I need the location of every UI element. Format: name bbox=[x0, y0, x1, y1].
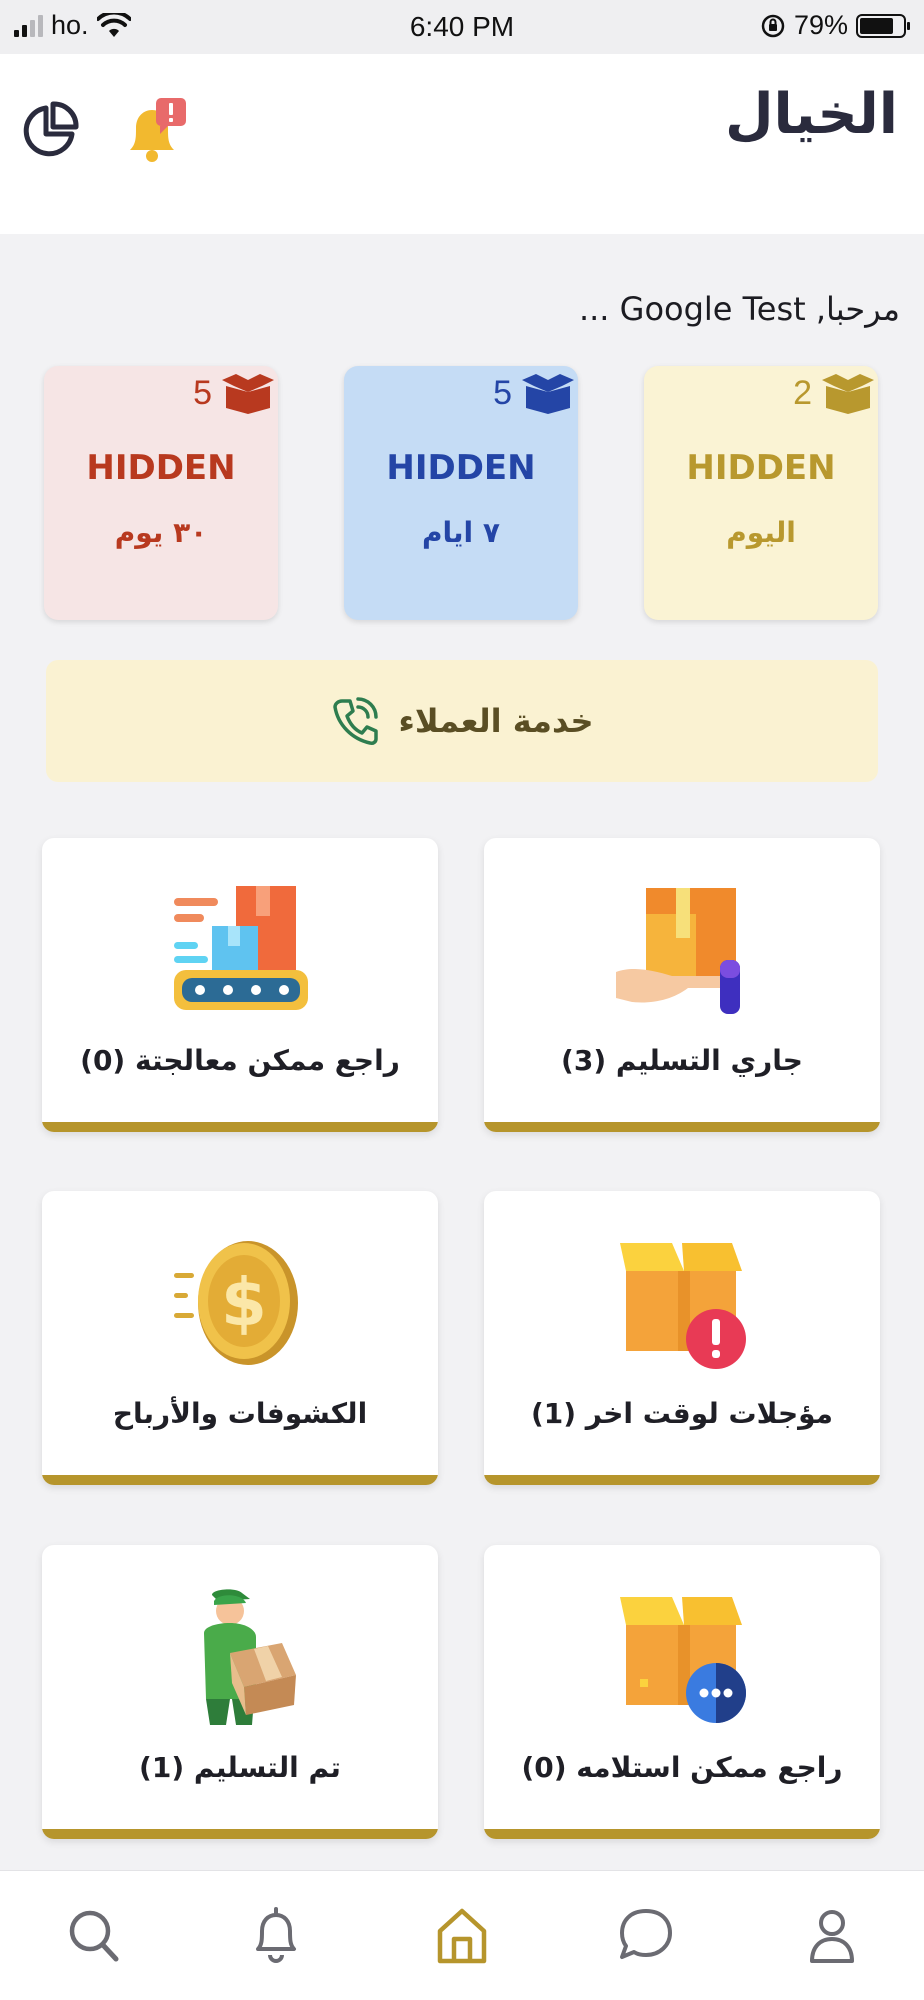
delivery-man-icon bbox=[204, 1589, 296, 1725]
tile-label: راجع ممكن معالجتة (0) bbox=[80, 1044, 400, 1077]
notification-bell-icon[interactable] bbox=[120, 94, 190, 166]
chat-icon[interactable] bbox=[616, 1903, 676, 1967]
stat-card-today[interactable]: 2 HIDDEN اليوم bbox=[644, 366, 878, 620]
tile-in-delivery[interactable]: جاري التسليم (3) bbox=[484, 838, 880, 1132]
tile-accent-bar bbox=[42, 1829, 438, 1839]
tile-label: راجع ممكن استلامه (0) bbox=[521, 1751, 843, 1784]
stat-value: HIDDEN bbox=[386, 448, 536, 488]
battery-icon bbox=[856, 13, 910, 38]
battery-fill bbox=[860, 17, 894, 34]
stat-value: HIDDEN bbox=[686, 448, 836, 488]
box-alert-icon bbox=[620, 1243, 746, 1369]
tile-accent-bar bbox=[42, 1122, 438, 1132]
greeting-text: مرحبا, Google Test ... bbox=[578, 290, 900, 328]
stat-count: 5 bbox=[193, 374, 212, 412]
tile-label: مؤجلات لوقت اخر (1) bbox=[530, 1397, 834, 1430]
tile-accent-bar bbox=[484, 1475, 880, 1485]
tile-delivered[interactable]: تم التسليم (1) bbox=[42, 1545, 438, 1839]
stat-count: 5 bbox=[493, 374, 512, 412]
orientation-lock-icon bbox=[761, 14, 785, 37]
stat-count: 2 bbox=[793, 374, 812, 412]
stat-period: ٣٠ يوم bbox=[114, 516, 208, 549]
conveyor-boxes-icon bbox=[174, 886, 308, 1010]
stat-value: HIDDEN bbox=[86, 448, 236, 488]
battery-percent: 79% bbox=[793, 10, 848, 40]
box-message-icon bbox=[620, 1597, 746, 1723]
tile-accent-bar bbox=[484, 1829, 880, 1839]
package-in-hand-icon bbox=[616, 888, 740, 1014]
tile-returns-processable[interactable]: راجع ممكن معالجتة (0) bbox=[42, 838, 438, 1132]
profile-icon[interactable] bbox=[802, 1903, 862, 1967]
tile-postponed[interactable]: مؤجلات لوقت اخر (1) bbox=[484, 1191, 880, 1485]
stat-card-30-days[interactable]: 5 HIDDEN ٣٠ يوم bbox=[44, 366, 278, 620]
bell-icon[interactable] bbox=[246, 1903, 306, 1967]
box-icon bbox=[522, 374, 574, 414]
page-title: الخيال bbox=[724, 82, 898, 147]
tile-label: تم التسليم (1) bbox=[139, 1751, 341, 1784]
box-icon bbox=[822, 374, 874, 414]
tile-accent-bar bbox=[484, 1122, 880, 1132]
stat-card-7-days[interactable]: 5 HIDDEN ٧ ايام bbox=[344, 366, 578, 620]
dollar-coin-icon: $ bbox=[174, 1241, 298, 1365]
tile-returns-receivable[interactable]: راجع ممكن استلامه (0) bbox=[484, 1545, 880, 1839]
svg-text:$: $ bbox=[221, 1264, 267, 1341]
home-icon[interactable] bbox=[432, 1903, 492, 1967]
chart-icon[interactable] bbox=[20, 100, 80, 160]
tile-accent-bar bbox=[42, 1475, 438, 1485]
status-right: 79% bbox=[760, 10, 910, 41]
phone-icon bbox=[333, 697, 379, 745]
bottom-navigation bbox=[0, 1870, 924, 2000]
stat-period: ٧ ايام bbox=[422, 516, 500, 549]
tile-label: الكشوفات والأرباح bbox=[112, 1397, 368, 1430]
stat-period: اليوم bbox=[726, 516, 796, 549]
tile-statements-profits[interactable]: $ الكشوفات والأرباح bbox=[42, 1191, 438, 1485]
status-bar: ho. 6:40 PM 79% bbox=[0, 0, 924, 54]
box-icon bbox=[222, 374, 274, 414]
search-icon[interactable] bbox=[64, 1903, 124, 1967]
tile-label: جاري التسليم (3) bbox=[561, 1044, 803, 1077]
customer-service-label: خدمة العملاء bbox=[398, 702, 594, 740]
customer-service-button[interactable]: خدمة العملاء bbox=[46, 660, 878, 782]
